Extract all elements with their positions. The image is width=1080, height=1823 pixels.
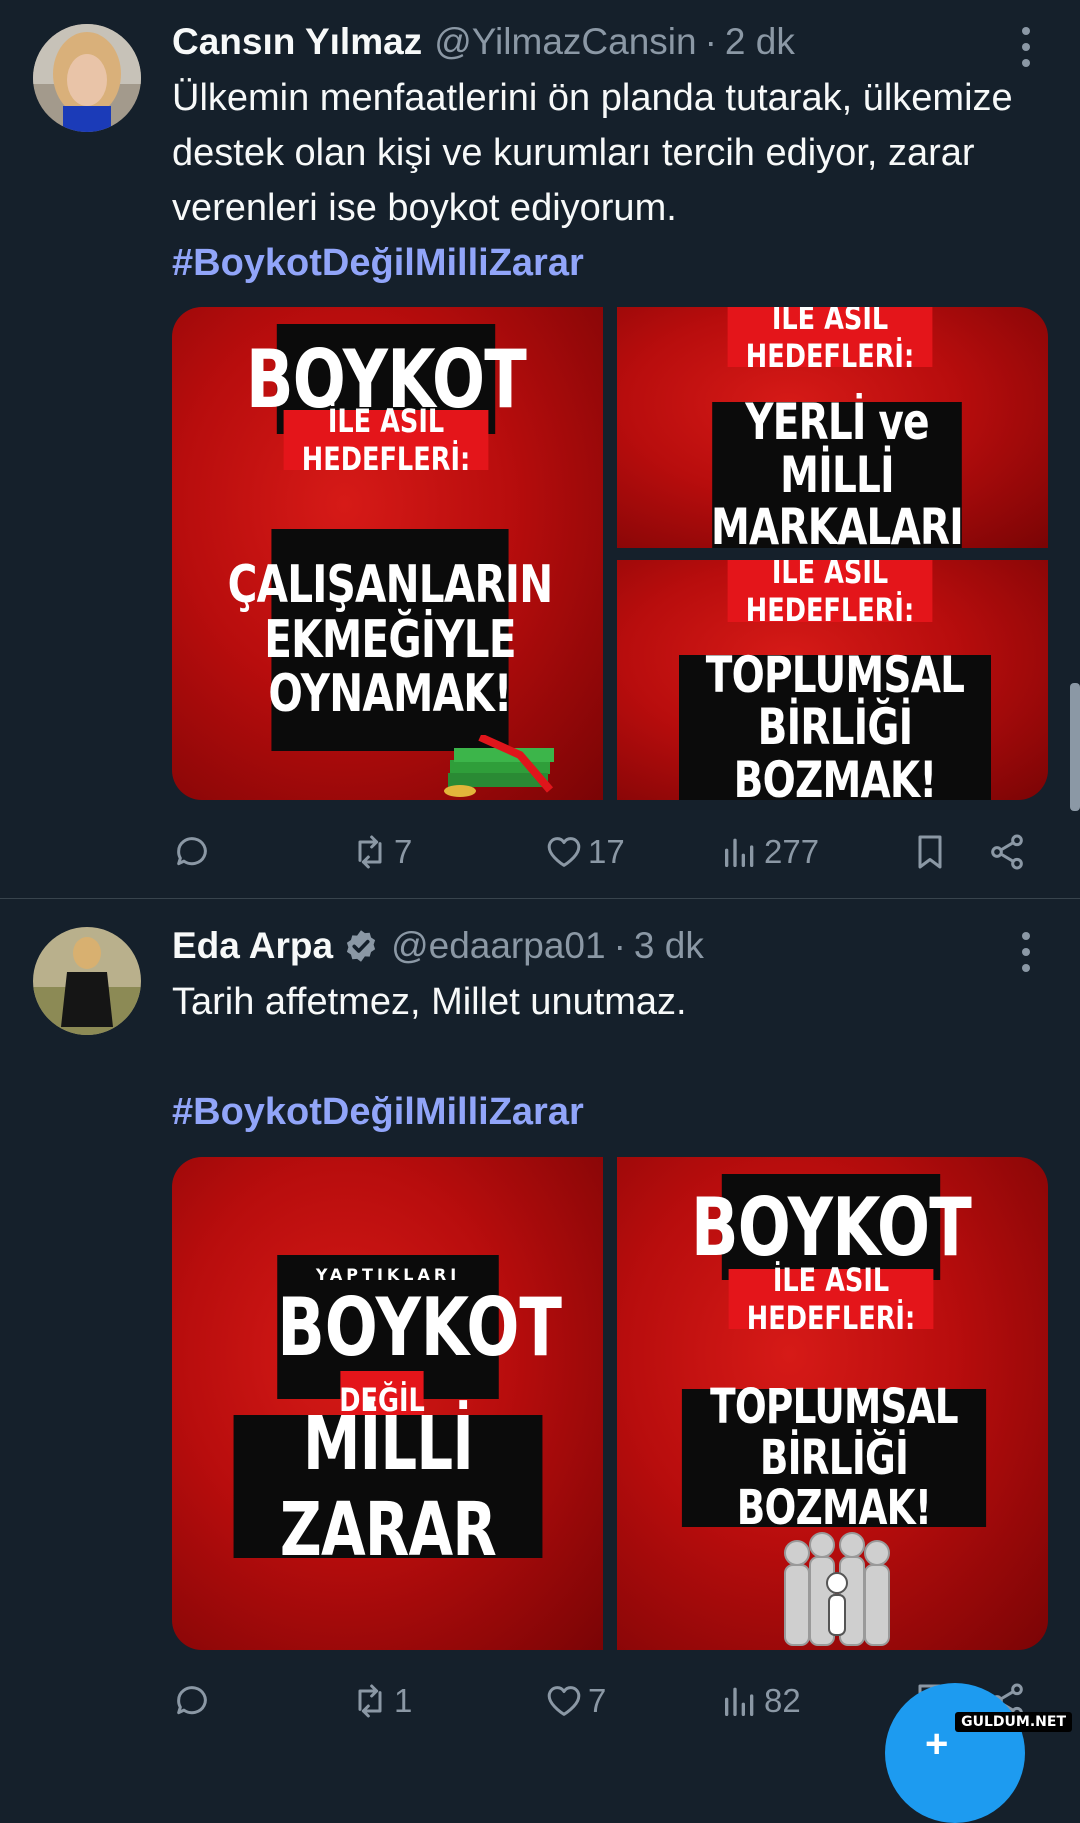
timestamp[interactable]: 2 dk <box>725 21 795 63</box>
reply-icon <box>177 837 207 866</box>
more-options-icon[interactable] <box>1020 932 1032 972</box>
poster-tag: İLE ASIL HEDEFLERİ: <box>727 560 933 629</box>
poster-body: YERLİ ve MİLLİ MARKALARI <box>711 396 964 548</box>
tweet-text: Ülkemin menfaatlerini ön planda tutarak,… <box>172 71 1032 291</box>
verified-badge-icon <box>346 930 376 962</box>
poster-line: ÇALIŞANLARIN <box>227 555 554 616</box>
media-grid: YAPTIKLARI BOYKOT DEĞİL MİLLİ ZARAR BOYK… <box>172 1157 1048 1650</box>
poster-line: BOZMAK! <box>733 750 937 800</box>
image-right[interactable]: BOYKOT İLE ASIL HEDEFLERİ: TOPLUMSAL BİR… <box>617 1157 1048 1650</box>
poster-line: MARKALARI <box>711 498 964 548</box>
share-button[interactable] <box>987 827 1027 877</box>
share-icon <box>991 834 1023 870</box>
tweet-text: Tarih affetmez, Millet unutmaz. #BoykotD… <box>172 975 1032 1140</box>
bookmark-icon <box>918 835 942 869</box>
avatar[interactable] <box>33 24 141 132</box>
view-count: 82 <box>764 1682 801 1719</box>
author-name[interactable]: Cansın Yılmaz <box>172 21 422 63</box>
poster-line: EKMEĞİYLE <box>264 609 516 670</box>
poster-tag: İLE ASIL HEDEFLERİ: <box>283 402 489 478</box>
like-button[interactable]: 17 <box>544 827 625 877</box>
poster-tag: İLE ASIL HEDEFLERİ: <box>727 307 933 375</box>
repost-button[interactable]: 7 <box>350 827 412 877</box>
view-count: 277 <box>764 833 820 870</box>
reply-button[interactable] <box>172 827 212 877</box>
analytics-icon <box>725 838 754 867</box>
like-count: 7 <box>588 1682 607 1719</box>
repost-button[interactable]: 1 <box>350 1676 412 1726</box>
crowd-illustration-icon <box>784 1532 890 1646</box>
image-left[interactable]: YAPTIKLARI BOYKOT DEĞİL MİLLİ ZARAR <box>172 1157 603 1650</box>
analytics-icon <box>725 1687 754 1716</box>
image-top-right[interactable]: İLE ASIL HEDEFLERİ: YERLİ ve MİLLİ MARKA… <box>617 307 1048 548</box>
tweet-body: Tarih affetmez, Millet unutmaz. <box>172 981 687 1023</box>
tweet-actions: 7 17 277 <box>172 827 1032 877</box>
like-button[interactable]: 7 <box>544 1676 606 1726</box>
image-left[interactable]: BOYKOT İLE ASIL HEDEFLERİ: ÇALIŞANLARIN … <box>172 307 603 800</box>
repost-icon <box>358 1684 382 1718</box>
tweet-1[interactable]: Cansın Yılmaz @YilmazCansin · 2 dk Ülkem… <box>0 0 1080 899</box>
poster-body: ÇALIŞANLARIN EKMEĞİYLE OYNAMAK! <box>228 529 553 751</box>
hashtag-link[interactable]: #BoykotDeğilMilliZarar <box>172 1091 584 1133</box>
repost-icon <box>358 835 382 869</box>
avatar[interactable] <box>33 927 141 1035</box>
hashtag-link[interactable]: #BoykotDeğilMilliZarar <box>172 242 584 284</box>
tweet-body: Ülkemin menfaatlerini ön planda tutarak,… <box>172 77 1013 229</box>
heart-icon <box>547 837 581 867</box>
separator: · <box>613 925 626 966</box>
views-button[interactable]: 277 <box>720 827 819 877</box>
poster-headline: BOYKOT <box>277 1281 562 1374</box>
reply-button[interactable] <box>172 1676 212 1726</box>
image-bottom-right[interactable]: İLE ASIL HEDEFLERİ: TOPLUMSAL BİRLİĞİ BO… <box>617 560 1048 800</box>
author-handle[interactable]: @edaarpa01 <box>391 925 606 967</box>
poster-line: YERLİ ve MİLLİ <box>745 393 929 504</box>
poster-line: TOPLUMSAL BİRLİĞİ <box>705 645 965 757</box>
separator: · <box>704 21 717 62</box>
poster-tag: İLE ASIL HEDEFLERİ: <box>728 1261 934 1337</box>
repost-count: 7 <box>394 833 413 870</box>
bookmark-button[interactable] <box>910 827 950 877</box>
watermark: GULDUM.NET <box>955 1712 1072 1732</box>
repost-count: 1 <box>394 1682 413 1719</box>
scrollbar[interactable] <box>1070 683 1080 811</box>
timestamp[interactable]: 3 dk <box>634 925 704 967</box>
media-grid: BOYKOT İLE ASIL HEDEFLERİ: ÇALIŞANLARIN … <box>172 307 1048 800</box>
poster-line: TOPLUMSAL BİRLİĞİ <box>710 1379 959 1486</box>
more-options-icon[interactable] <box>1020 27 1032 67</box>
author-name[interactable]: Eda Arpa <box>172 925 333 967</box>
compose-button[interactable] <box>885 1683 1025 1823</box>
plus-icon: + <box>925 1722 949 1766</box>
poster-body: TOPLUMSAL BİRLİĞİ BOZMAK! <box>681 1382 987 1534</box>
tweet-header: Eda Arpa @edaarpa01 · 3 dk <box>172 921 704 971</box>
reply-icon <box>177 1686 207 1715</box>
poster-body: TOPLUMSAL BİRLİĞİ BOZMAK! <box>679 649 991 800</box>
views-button[interactable]: 82 <box>720 1676 801 1726</box>
money-stack-icon <box>444 735 554 797</box>
author-handle[interactable]: @YilmazCansin <box>434 21 696 63</box>
tweet-2[interactable]: Eda Arpa @edaarpa01 · 3 dk Tarih affetme… <box>0 899 1080 1740</box>
tweet-header: Cansın Yılmaz @YilmazCansin · 2 dk <box>172 17 795 67</box>
heart-icon <box>547 1686 581 1716</box>
poster-line: OYNAMAK! <box>268 664 512 725</box>
like-count: 17 <box>588 833 625 870</box>
poster-body: MİLLİ ZARAR <box>233 1401 543 1573</box>
